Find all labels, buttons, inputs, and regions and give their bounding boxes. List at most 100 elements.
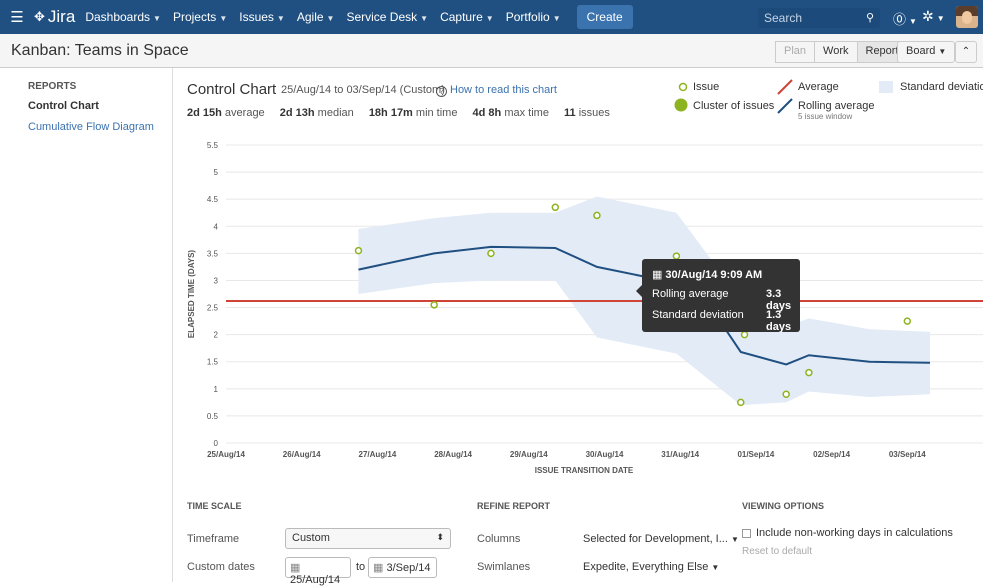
- search-input[interactable]: Search ⚲: [758, 8, 880, 28]
- y-tick-label: 0: [214, 439, 219, 448]
- end-date-input[interactable]: ▦ 3/Sep/14: [368, 557, 437, 578]
- nav-portfolio[interactable]: Portfolio ▼: [506, 10, 561, 24]
- time-scale-heading: TIME SCALE: [187, 501, 242, 511]
- gear-icon: ✲: [922, 8, 934, 24]
- viewing-options-heading: VIEWING OPTIONS: [742, 501, 825, 511]
- issue-point: [430, 301, 438, 309]
- chevron-down-icon: ▼: [485, 14, 494, 23]
- y-tick-label: 1.5: [207, 358, 219, 367]
- top-navigation-bar: ☰ ✥ Jira Dashboards ▼ Projects ▼ Issues ▼ A…: [0, 0, 983, 34]
- issue-point: [737, 398, 745, 407]
- nav-issues[interactable]: Issues ▼: [239, 10, 285, 24]
- sidebar-item-cumulative-flow[interactable]: Cumulative Flow Diagram: [28, 121, 154, 133]
- nav-label: Capture: [440, 10, 483, 24]
- start-date-input[interactable]: ▦ 25/Aug/14: [285, 557, 351, 586]
- x-tick-label: 26/Aug/14: [283, 450, 321, 459]
- chevron-down-icon: ▼: [153, 14, 161, 23]
- y-tick-label: 0.5: [207, 412, 219, 421]
- end-date-value: 3/Sep/14: [386, 562, 431, 574]
- x-tick-label: 25/Aug/14: [207, 450, 245, 459]
- board-mode-toggle: Plan Work Report: [775, 41, 908, 63]
- y-tick-label: 3: [214, 276, 219, 285]
- swimlanes-dropdown[interactable]: Expedite, Everything Else ▼: [583, 561, 719, 573]
- x-tick-label: 31/Aug/14: [661, 450, 699, 459]
- board-dropdown-button[interactable]: Board ▼: [897, 41, 956, 63]
- x-tick-label: 29/Aug/14: [510, 450, 548, 459]
- app-switcher-icon[interactable]: ☰: [0, 0, 34, 34]
- avatar-face: [962, 11, 972, 24]
- timeframe-value: Custom: [292, 532, 330, 544]
- chart-tooltip: ▦ 30/Aug/14 9:09 AM Rolling average 3.3 d…: [636, 259, 800, 333]
- y-tick-label: 1: [214, 385, 219, 394]
- swimlanes-value: Expedite, Everything Else: [583, 561, 709, 573]
- tooltip-stddev-value: 1.3 days: [766, 309, 792, 333]
- issue-point: [551, 203, 560, 212]
- tooltip-date: ▦ 30/Aug/14 9:09 AM: [652, 268, 762, 281]
- page-header: Kanban: Teams in Space Plan Work Report …: [0, 34, 983, 68]
- nav-projects[interactable]: Projects ▼: [173, 10, 227, 24]
- board-label: Board: [906, 45, 936, 57]
- collapse-header-button[interactable]: ⌃: [955, 41, 977, 63]
- reset-to-default-link[interactable]: Reset to default: [742, 546, 812, 557]
- control-chart[interactable]: 0 0.5 1 1.5 2 2.5 3 3.5 4 4.5 5 5.5 25/Aug/14 26/Aug/…: [174, 68, 983, 488]
- y-tick-label: 5.5: [207, 141, 219, 150]
- issue-point: [593, 211, 601, 220]
- tooltip-stddev-label: Standard deviation: [652, 309, 744, 321]
- x-tick-label: 02/Sep/14: [813, 450, 850, 459]
- y-tick-label: 4.5: [207, 195, 219, 204]
- question-circle-icon: ⓪: [893, 12, 907, 27]
- non-working-days-checkbox[interactable]: [742, 529, 751, 538]
- plan-mode-button[interactable]: Plan: [775, 41, 816, 63]
- select-arrows-icon: ⬍: [436, 532, 444, 542]
- calendar-icon: ▦: [373, 562, 384, 574]
- chevron-down-icon: ▼: [938, 47, 947, 56]
- nav-dashboards[interactable]: Dashboards ▼: [85, 10, 161, 24]
- x-axis-title: ISSUE TRANSITION DATE: [535, 466, 634, 475]
- issue-point: [354, 246, 363, 255]
- chevron-down-icon: ▼: [936, 14, 945, 23]
- settings-menu[interactable]: ✲ ▼: [922, 8, 945, 25]
- timeframe-select[interactable]: Custom ⬍: [285, 528, 451, 549]
- nav-label: Agile: [296, 10, 324, 24]
- start-date-value: 25/Aug/14: [290, 574, 341, 586]
- report-main: Control Chart 25/Aug/14 to 03/Sep/14 (Cu…: [174, 68, 983, 586]
- work-mode-button[interactable]: Work: [814, 41, 858, 63]
- calendar-icon: ▦: [290, 562, 301, 574]
- sidebar-item-control-chart[interactable]: Control Chart: [28, 100, 99, 112]
- columns-dropdown[interactable]: Selected for Development, I... ▼: [583, 533, 739, 545]
- reports-sidebar: REPORTS Control Chart Cumulative Flow Di…: [0, 68, 173, 582]
- chevron-down-icon: ▼: [730, 535, 739, 544]
- y-axis-title: ELAPSED TIME (DAYS): [187, 250, 196, 338]
- nav-label: Projects: [172, 10, 217, 24]
- search-icon: ⚲: [865, 12, 874, 24]
- chevron-up-icon: ⌃: [961, 46, 971, 57]
- jira-logo[interactable]: ✥ Jira: [34, 7, 75, 27]
- columns-label: Columns: [477, 533, 521, 545]
- chevron-down-icon: ▼: [552, 14, 561, 23]
- page-title: Kanban: Teams in Space: [11, 42, 189, 59]
- search-placeholder: Search: [764, 11, 803, 25]
- nav-service-desk[interactable]: Service Desk ▼: [346, 10, 428, 24]
- nav-label: Service Desk: [346, 10, 418, 24]
- x-tick-label: 27/Aug/14: [359, 450, 397, 459]
- nav-label: Issues: [239, 10, 274, 24]
- x-tick-label: 28/Aug/14: [434, 450, 472, 459]
- tooltip-date-text: 30/Aug/14 9:09 AM: [665, 269, 763, 281]
- custom-dates-label: Custom dates: [187, 561, 255, 573]
- chevron-down-icon: ▼: [909, 17, 917, 26]
- sidebar-heading: REPORTS: [28, 81, 77, 92]
- refine-report-heading: REFINE REPORT: [477, 501, 551, 511]
- create-button[interactable]: Create: [576, 5, 633, 29]
- nav-capture[interactable]: Capture ▼: [440, 10, 494, 24]
- help-menu[interactable]: ⓪ ▼: [893, 9, 917, 28]
- chevron-down-icon: ▼: [711, 563, 720, 572]
- user-avatar[interactable]: [956, 6, 978, 28]
- y-tick-label: 4: [214, 222, 219, 231]
- nav-agile[interactable]: Agile ▼: [297, 10, 335, 24]
- x-tick-label: 01/Sep/14: [737, 450, 774, 459]
- columns-value: Selected for Development, I...: [583, 533, 728, 545]
- nav-label: Dashboards: [85, 10, 151, 24]
- jira-logo-mark-icon: ✥: [34, 9, 45, 24]
- y-tick-label: 2: [214, 331, 219, 340]
- non-working-days-label: Include non-working days in calculations: [756, 527, 953, 539]
